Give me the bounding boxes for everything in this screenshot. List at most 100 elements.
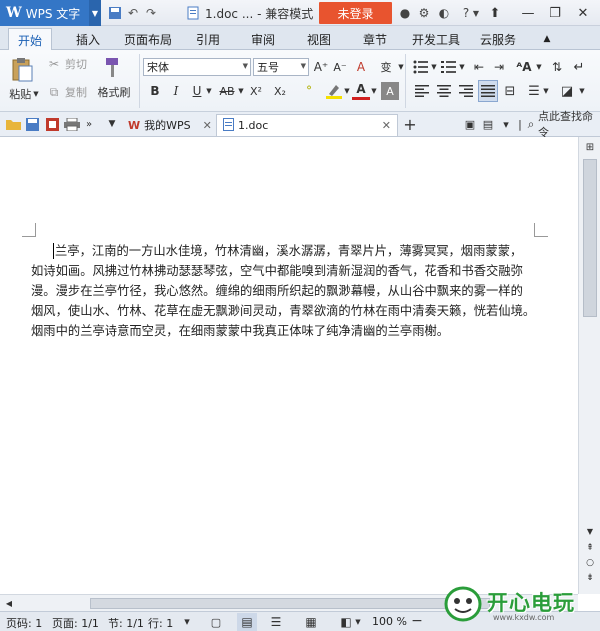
tab-insert[interactable]: 插入 (66, 28, 110, 50)
full-screen-view-icon[interactable]: ▢ (208, 614, 224, 630)
open-folder-icon[interactable] (5, 116, 21, 132)
bold-button[interactable]: B (147, 82, 163, 100)
line-spacing-icon[interactable]: ☰ (526, 82, 542, 100)
more-icon[interactable]: » (83, 116, 95, 132)
tab-references[interactable]: 引用 (186, 28, 230, 50)
close-icon[interactable]: ✕ (573, 3, 593, 23)
pdf-export-icon[interactable] (44, 116, 60, 132)
font-color-button[interactable]: A (352, 80, 370, 100)
document-canvas[interactable]: 兰亭，江南的一方山水佳境，竹林清幽，溪水潺潺，青翠片片，薄雾冥冥，烟雨蒙蒙， 如… (0, 137, 578, 594)
copy-icon[interactable]: ⧉ (46, 84, 62, 100)
sort-icon[interactable]: ⇅ (548, 58, 566, 76)
chevron-down-icon[interactable]: ▼ (343, 84, 351, 98)
chevron-down-icon[interactable]: ▼ (237, 84, 245, 98)
strikethrough-button[interactable]: AB (216, 82, 238, 100)
previous-page-icon[interactable]: ⇞ (583, 542, 597, 554)
chevron-down-icon[interactable]: ▼ (397, 60, 405, 74)
close-icon[interactable]: ✕ (382, 119, 391, 132)
screen-icon[interactable]: ▣ (462, 116, 478, 132)
tab-page-layout[interactable]: 页面布局 (118, 28, 178, 50)
font-name-select[interactable]: 宋体 ▼ (143, 58, 251, 76)
zoom-level[interactable]: 100 % (372, 615, 407, 628)
paste-icon[interactable] (8, 56, 36, 84)
scrollbar-thumb[interactable] (90, 598, 490, 609)
new-tab-button[interactable]: + (401, 115, 419, 134)
chevron-up-icon[interactable]: ▲ (540, 28, 554, 50)
chevron-down-icon[interactable]: ▼ (583, 525, 597, 537)
character-shading-button[interactable]: A (381, 82, 399, 100)
zoom-out-icon[interactable]: − (410, 613, 424, 629)
scrollbar-thumb[interactable] (583, 159, 597, 317)
pinyin-guide-icon[interactable]: 变 (375, 58, 397, 76)
fullscreen-icon[interactable]: ⬆ (485, 3, 505, 23)
page-view-icon[interactable]: ▤ (237, 613, 257, 631)
change-case-icon[interactable]: ᴬA (513, 58, 535, 76)
login-button[interactable]: 未登录 (319, 2, 392, 24)
next-page-icon[interactable]: ⇟ (583, 572, 597, 584)
chevron-left-icon[interactable]: ◀ (3, 597, 15, 609)
document-body[interactable]: 兰亭，江南的一方山水佳境，竹林清幽，溪水潺潺，青翠片片，薄雾冥冥，烟雨蒙蒙， 如… (31, 241, 535, 341)
cut-button[interactable]: 剪切 (62, 56, 90, 72)
align-right-icon[interactable] (458, 82, 474, 100)
format-painter-icon[interactable] (100, 54, 124, 82)
grow-font-icon[interactable]: A⁺ (312, 58, 330, 76)
tab-view[interactable]: 视图 (297, 28, 341, 50)
paragraph-shading-icon[interactable]: ◪ (558, 82, 576, 100)
undo-icon[interactable]: ↶ (125, 5, 141, 21)
italic-button[interactable]: I (168, 82, 184, 100)
reading-view-icon[interactable]: ◧ (338, 614, 354, 630)
web-view-icon[interactable]: ▦ (303, 614, 319, 630)
copy-button[interactable]: 复制 (62, 84, 90, 100)
numbered-list-icon[interactable] (440, 58, 458, 76)
bullet-list-icon[interactable] (412, 58, 430, 76)
text-effect-icon[interactable]: ᐤ (300, 82, 318, 100)
vertical-scrollbar[interactable]: ⊞ ▼ ⇞ ○ ⇟ (578, 137, 600, 594)
align-justify-icon[interactable] (478, 80, 498, 102)
underline-button[interactable]: U (189, 82, 205, 100)
shrink-font-icon[interactable]: A⁻ (331, 58, 349, 76)
tab-home[interactable]: 开始 (8, 28, 52, 51)
chevron-down-icon[interactable]: ▾ (498, 116, 514, 132)
minimize-icon[interactable]: — (518, 3, 538, 23)
scissors-icon[interactable]: ✂ (46, 56, 62, 72)
superscript-button[interactable]: X² (246, 82, 266, 100)
tab-review[interactable]: 审阅 (241, 28, 285, 50)
tab-developer[interactable]: 开发工具 (406, 28, 466, 50)
skin-icon[interactable]: ● (397, 5, 413, 21)
save-icon[interactable] (107, 5, 123, 21)
clear-format-icon[interactable]: A (352, 58, 370, 76)
wps-app-menu-button[interactable]: W WPS 文字 ▼ (0, 0, 101, 26)
show-marks-icon[interactable]: ↵ (570, 58, 588, 76)
browse-object-icon[interactable]: ○ (583, 557, 597, 569)
chevron-down-icon[interactable]: ▼ (106, 116, 118, 132)
chevron-down-icon[interactable]: ▼ (354, 616, 362, 628)
font-size-select[interactable]: 五号 ▼ (253, 58, 309, 76)
format-painter-button[interactable]: 格式刷 (94, 84, 134, 100)
maximize-icon[interactable]: ❐ (545, 3, 565, 23)
window-icon[interactable]: ▤ (480, 116, 496, 132)
settings-icon[interactable]: ⚙ (416, 5, 432, 21)
distribute-icon[interactable]: ⊟ (502, 82, 518, 100)
command-search-input[interactable]: 点此查找命令 (538, 110, 598, 139)
chevron-down-icon[interactable]: ▼ (89, 0, 101, 26)
chevron-down-icon[interactable]: ▼ (370, 84, 378, 98)
highlight-icon[interactable] (324, 82, 344, 100)
tab-document[interactable]: 1.doc ✕ (216, 114, 398, 136)
chevron-down-icon[interactable]: ▾ (180, 614, 194, 628)
align-left-icon[interactable] (414, 82, 430, 100)
align-center-icon[interactable] (436, 82, 452, 100)
decrease-indent-icon[interactable]: ⇤ (470, 58, 488, 76)
feedback-icon[interactable]: ◐ (436, 5, 452, 21)
chevron-down-icon[interactable]: ▼ (205, 84, 213, 98)
increase-indent-icon[interactable]: ⇥ (490, 58, 508, 76)
chevron-down-icon[interactable]: ▼ (468, 5, 484, 21)
close-icon[interactable]: ✕ (203, 119, 212, 132)
split-icon[interactable]: ⊞ (583, 140, 597, 154)
chevron-down-icon[interactable]: ▼ (542, 84, 550, 98)
chevron-down-icon[interactable]: ▼ (458, 60, 466, 74)
save-icon[interactable] (24, 116, 40, 132)
chevron-down-icon[interactable]: ▼ (535, 60, 543, 74)
chevron-down-icon[interactable]: ▼ (430, 60, 438, 74)
search-icon[interactable]: ⌕ (524, 116, 538, 132)
outline-view-icon[interactable]: ☰ (268, 614, 284, 630)
